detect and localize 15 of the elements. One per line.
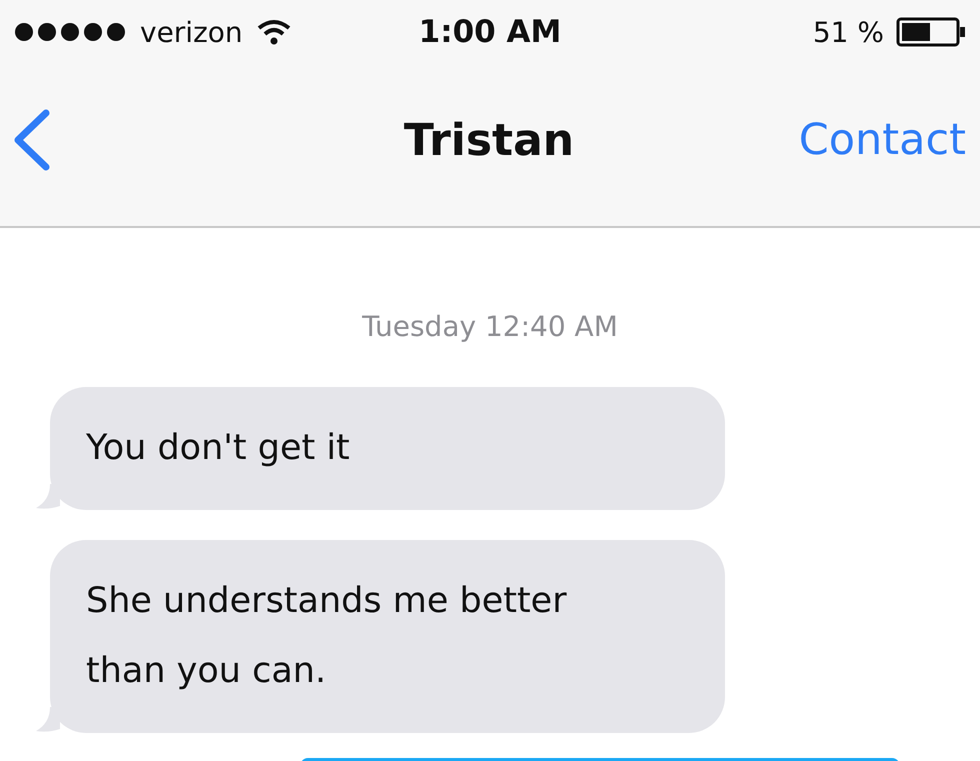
wifi-icon (256, 19, 291, 45)
signal-icon (14, 22, 126, 42)
conversation-title: Tristan (404, 114, 574, 166)
back-button[interactable] (12, 109, 52, 171)
bubble-tail (36, 484, 60, 510)
battery-percentage: 51 % (812, 16, 884, 48)
carrier-name: verizon (140, 16, 243, 48)
message-timestamp: Tuesday 12:40 AM (362, 310, 618, 343)
status-time: 1:00 AM (418, 14, 562, 50)
contact-button[interactable]: Contact (798, 115, 966, 165)
back-chevron-icon (12, 109, 52, 171)
received-message-bubble: She understands me better than you can. (50, 540, 725, 733)
battery-icon (896, 17, 966, 47)
received-message-bubble: You don't get it (50, 387, 725, 510)
bubble-tail (36, 707, 60, 733)
